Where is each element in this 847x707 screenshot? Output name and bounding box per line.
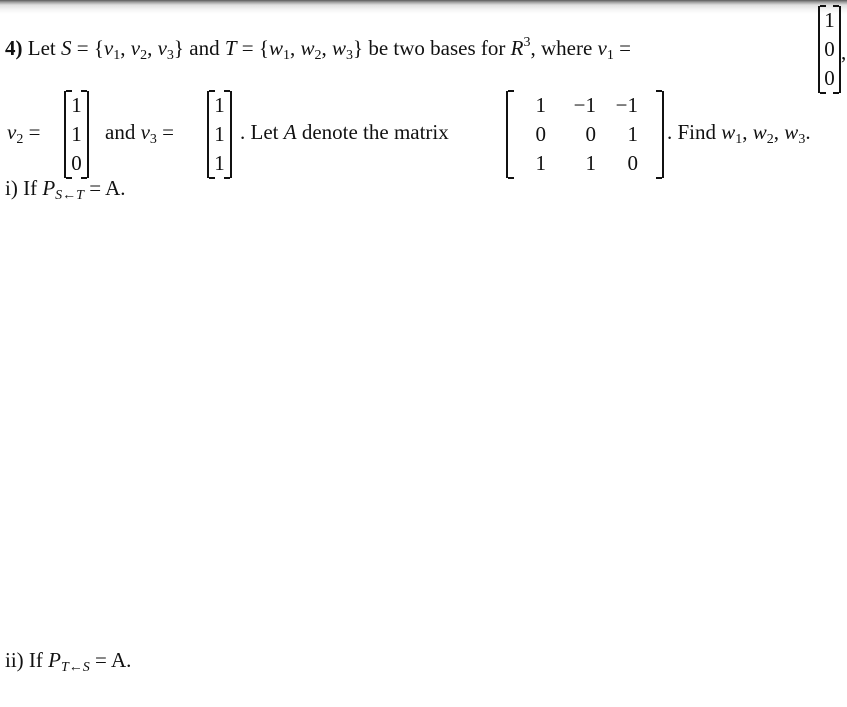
text-be-two-bases: be two bases for (368, 36, 506, 60)
part-i: i) If PS←T = A. (5, 176, 126, 204)
v2-label: v2 = (7, 120, 41, 147)
text-where: , where (530, 36, 593, 60)
transition-subscript: T←S (60, 660, 90, 675)
matrix-cell: 0 (535, 122, 547, 146)
problem-number: 4) (5, 36, 23, 60)
vector-cell: 1 (214, 122, 225, 146)
matrix-cell: 1 (585, 151, 597, 175)
text-and: and (189, 36, 220, 60)
transition-matrix-symbol: P (48, 648, 61, 672)
part-ii-condition: = A. (95, 648, 132, 672)
matrix-a-intro: . Let A denote the matrix (240, 120, 449, 144)
vector-cell: 0 (824, 37, 835, 61)
comma: , (841, 40, 847, 64)
problem-statement-line-1: 4) Let S = {v1, v2, v3} and T = {w1, w2,… (5, 35, 631, 64)
matrix-cell: 0 (585, 122, 597, 146)
vector-cell: 1 (71, 93, 82, 117)
part-ii-label: ii) If (5, 648, 43, 672)
v3-label: and v3 = (105, 120, 174, 147)
vector-v3: 1 1 1 (207, 90, 232, 179)
matrix-row: 1 1 0 (508, 149, 662, 178)
set-t: {w1, w2, w3} (258, 36, 364, 63)
vector-v2: 1 1 0 (64, 90, 89, 179)
transition-matrix-symbol: P (42, 176, 56, 200)
part-i-condition: = A. (89, 176, 126, 200)
matrix-row: 1 −1 −1 (508, 91, 662, 120)
transition-subscript: S←T (55, 188, 84, 203)
text-let: Let (27, 36, 56, 60)
window-top-border (0, 0, 847, 14)
vector-cell: 1 (824, 8, 835, 32)
equals-sign: = (76, 36, 89, 60)
matrix-cell: −1 (573, 93, 596, 117)
matrix-cell: 1 (627, 122, 639, 146)
matrix-row: 0 0 1 (508, 120, 662, 149)
vector-v1: 1 0 0 (818, 5, 841, 94)
matrix-cell: 1 (535, 151, 547, 175)
matrix-cell: −1 (615, 93, 638, 117)
v1-label: v1 (597, 36, 614, 63)
set-s-symbol: S (60, 36, 72, 60)
vector-cell: 0 (71, 151, 82, 175)
r3-symbol: R3 (510, 35, 531, 60)
matrix-a: 1 −1 −1 0 0 1 1 1 0 (506, 90, 664, 179)
part-i-label: i) If (5, 176, 38, 200)
part-ii: ii) If PT←S = A. (5, 648, 131, 676)
set-t-symbol: T (224, 36, 237, 60)
matrix-cell: 1 (535, 93, 547, 117)
vector-cell: 1 (214, 93, 225, 117)
equals-sign: = (619, 36, 631, 60)
vector-cell: 1 (71, 122, 82, 146)
find-statement: . Find w1, w2, w3. (667, 120, 811, 147)
vector-cell: 1 (214, 151, 225, 175)
matrix-cell: 0 (627, 151, 639, 175)
equals-sign: = (241, 36, 254, 60)
vector-cell: 0 (824, 66, 835, 90)
set-s: {v1, v2, v3} (93, 36, 184, 63)
